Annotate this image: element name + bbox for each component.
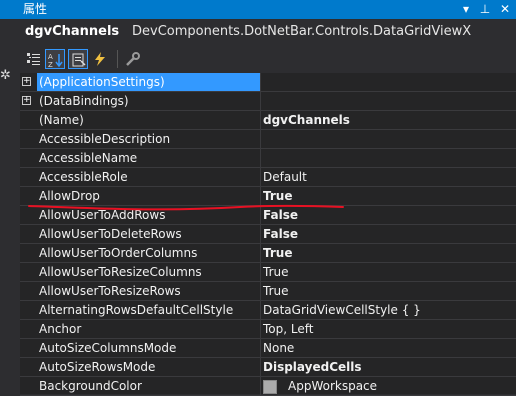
property-row[interactable]: AllowUserToResizeColumns True <box>20 263 516 282</box>
column-divider <box>260 73 261 92</box>
close-icon[interactable]: ✕ <box>497 1 513 17</box>
property-name: (Name) <box>39 113 84 127</box>
column-divider <box>260 130 261 149</box>
property-row[interactable]: + (ApplicationSettings) <box>20 73 516 92</box>
property-value[interactable]: None <box>263 339 294 357</box>
property-row[interactable]: AllowUserToResizeRows True <box>20 282 516 301</box>
column-divider <box>260 263 261 282</box>
expand-icon[interactable]: + <box>22 77 31 86</box>
column-divider <box>260 92 261 111</box>
property-name: AutoSizeRowsMode <box>39 360 156 374</box>
svg-text:A: A <box>48 53 53 61</box>
property-row[interactable]: AllowUserToOrderColumns True <box>20 244 516 263</box>
property-row[interactable]: (Name) dgvChannels <box>20 111 516 130</box>
property-name: Anchor <box>39 322 82 336</box>
property-row[interactable]: AllowUserToDeleteRows False <box>20 225 516 244</box>
property-value[interactable]: DisplayedCells <box>263 358 362 376</box>
events-lightning-icon[interactable] <box>90 49 110 69</box>
alphabetical-icon[interactable]: A Z <box>45 49 65 69</box>
property-name: AllowUserToAddRows <box>39 208 166 222</box>
column-divider <box>260 111 261 130</box>
property-name: AllowUserToDeleteRows <box>39 227 182 241</box>
object-selector[interactable]: dgvChannels DevComponents.DotNetBar.Cont… <box>20 19 516 45</box>
svg-text:Z: Z <box>48 61 53 68</box>
properties-toolbar: A Z <box>20 45 516 73</box>
dropdown-arrow-icon[interactable]: ▾ <box>458 1 474 17</box>
property-name: (ApplicationSettings) <box>37 73 261 91</box>
property-name: (DataBindings) <box>39 94 129 108</box>
property-value[interactable]: True <box>263 187 292 205</box>
property-pages-wrench-icon[interactable] <box>123 49 143 69</box>
property-value[interactable]: False <box>263 206 298 224</box>
categorized-icon[interactable] <box>24 49 44 69</box>
pin-icon[interactable]: ⊥ <box>477 1 493 17</box>
property-row[interactable]: AlternatingRowsDefaultCellStyle DataGrid… <box>20 301 516 320</box>
property-value[interactable]: True <box>263 263 289 281</box>
property-name: AccessibleName <box>39 151 138 165</box>
property-row[interactable]: AutoSizeColumnsMode None <box>20 339 516 358</box>
column-divider <box>260 149 261 168</box>
property-row[interactable]: AllowUserToAddRows False <box>20 206 516 225</box>
property-name: AccessibleDescription <box>39 132 171 146</box>
property-grid: + (ApplicationSettings) + (DataBindings)… <box>20 73 516 396</box>
property-name: AccessibleRole <box>39 170 128 184</box>
gear-icon[interactable]: ✲ <box>0 68 11 83</box>
column-divider <box>260 358 261 377</box>
property-row[interactable]: AccessibleName <box>20 149 516 168</box>
column-divider <box>260 301 261 320</box>
property-value[interactable]: True <box>263 244 292 262</box>
property-row[interactable]: AllowDrop True <box>20 187 516 206</box>
properties-icon[interactable] <box>68 49 88 69</box>
property-row[interactable]: AccessibleDescription <box>20 130 516 149</box>
property-value[interactable]: AppWorkspace <box>288 377 377 395</box>
property-name: AutoSizeColumnsMode <box>39 341 177 355</box>
property-value[interactable]: DataGridViewCellStyle { } <box>263 301 421 319</box>
left-gutter: ✲ <box>0 19 20 394</box>
property-name: AlternatingRowsDefaultCellStyle <box>39 303 234 317</box>
property-value[interactable]: Top, Left <box>263 320 313 338</box>
column-divider <box>260 168 261 187</box>
object-name: dgvChannels <box>25 24 120 39</box>
window-title: 属性 <box>23 2 48 16</box>
property-name: BackgroundColor <box>39 379 142 393</box>
property-value[interactable]: False <box>263 225 298 243</box>
column-divider <box>260 187 261 206</box>
property-name: AllowDrop <box>39 189 100 203</box>
property-row[interactable]: AccessibleRole Default <box>20 168 516 187</box>
property-row[interactable]: Anchor Top, Left <box>20 320 516 339</box>
property-row[interactable]: AutoSizeRowsMode DisplayedCells <box>20 358 516 377</box>
expand-icon[interactable]: + <box>22 96 31 105</box>
toolbar-separator <box>117 50 118 68</box>
column-divider <box>260 244 261 263</box>
property-value[interactable]: Default <box>263 168 307 186</box>
column-divider <box>260 206 261 225</box>
property-name: AllowUserToResizeRows <box>39 284 181 298</box>
property-value[interactable]: True <box>263 282 289 300</box>
property-value[interactable]: dgvChannels <box>263 111 350 129</box>
property-row[interactable]: + (DataBindings) <box>20 92 516 111</box>
column-divider <box>260 282 261 301</box>
window-titlebar: 属性 ▾ ⊥ ✕ <box>0 0 516 19</box>
property-name: AllowUserToResizeColumns <box>39 265 202 279</box>
object-type: DevComponents.DotNetBar.Controls.DataGri… <box>132 24 472 39</box>
property-name: AllowUserToOrderColumns <box>39 246 198 260</box>
column-divider <box>260 339 261 358</box>
column-divider <box>260 320 261 339</box>
column-divider <box>260 377 261 396</box>
property-row[interactable]: BackgroundColor AppWorkspace <box>20 377 516 396</box>
color-swatch <box>263 380 277 394</box>
column-divider <box>260 225 261 244</box>
